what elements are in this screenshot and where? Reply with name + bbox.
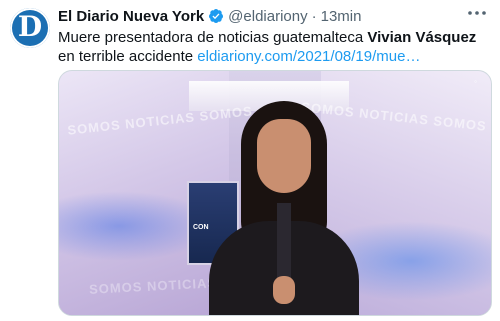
- author-handle[interactable]: @eldiariony: [228, 8, 307, 25]
- monitor-text: CON: [193, 224, 209, 231]
- presenter-scarf: [277, 203, 291, 283]
- more-dots-icon: [468, 11, 486, 15]
- presenter-hand: [273, 276, 295, 304]
- tweet-text-intro: Muere presentadora de noticias guatemalt…: [58, 29, 364, 46]
- tweet-header: El Diario Nueva York @eldiariony · 13min: [58, 6, 361, 26]
- timestamp[interactable]: 13min: [321, 8, 362, 25]
- verified-badge-icon: [209, 9, 224, 23]
- tweet-text-name: Vivian Vásquez: [367, 29, 477, 46]
- avatar[interactable]: D: [10, 8, 50, 48]
- tweet-text: Muere presentadora de noticias guatemalt…: [58, 28, 488, 66]
- tweet[interactable]: D El Diario Nueva York @eldiariony · 13m…: [0, 0, 500, 321]
- media-image[interactable]: SOMOS NOTICIAS SOMOS SOMOS NOTICIAS SOMO…: [58, 70, 492, 316]
- article-link[interactable]: eldiariony.com/2021/08/19/mue…: [197, 48, 420, 65]
- more-icon[interactable]: [466, 4, 488, 22]
- channel-logo-watermark: ◦: [474, 77, 477, 86]
- tweet-text-outro: en terrible accidente: [58, 48, 194, 65]
- avatar-logo-letter: D: [17, 10, 43, 43]
- presenter-face: [257, 119, 311, 193]
- author-name[interactable]: El Diario Nueva York: [58, 8, 204, 25]
- separator-dot: ·: [311, 7, 317, 25]
